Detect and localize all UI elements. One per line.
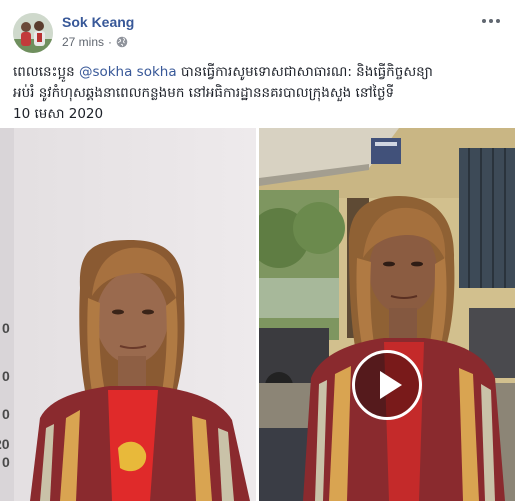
more-options-icon[interactable] (481, 13, 501, 29)
right-video[interactable] (259, 128, 515, 501)
left-photo[interactable]: 0 0 0 20 0 (0, 128, 256, 501)
scale-mark: 0 (2, 368, 10, 384)
scale-mark: 20 (0, 436, 10, 452)
post-timestamp[interactable]: 27 mins (62, 35, 104, 49)
post-meta: 27 mins · (62, 35, 128, 49)
post-media: 0 0 0 20 0 (0, 128, 515, 501)
caption-line-2: អប់រំ នូវកំហុសឆ្គងនាពេលកន្លងមក នៅអធិការដ… (13, 85, 395, 101)
author-name[interactable]: Sok Keang (62, 14, 134, 30)
video-play-button[interactable] (352, 350, 422, 420)
post-caption: ពេលនេះប្អូន @sokha sokha បានធ្វើការសូមទោ… (13, 62, 503, 125)
scale-mark: 0 (2, 320, 10, 336)
play-icon (380, 371, 402, 399)
post-header: Sok Keang 27 mins · (0, 0, 515, 62)
caption-line-3: 10 មេសា 2020 (13, 106, 104, 122)
facebook-post: Sok Keang 27 mins · ពេលនេះប្អូន @sokha s… (0, 0, 515, 501)
caption-text: ពេលនេះប្អូន (13, 64, 79, 80)
height-scale-labels: 0 0 0 20 0 (0, 128, 14, 501)
meta-separator: · (108, 35, 113, 49)
globe-icon[interactable] (116, 36, 128, 48)
avatar-image (13, 13, 53, 53)
scale-mark: 0 (2, 406, 10, 422)
caption-line-1: ពេលនេះប្អូន @sokha sokha បានធ្វើការសូមទោ… (13, 62, 503, 83)
user-mention-link[interactable]: @sokha sokha (79, 64, 177, 80)
author-avatar[interactable] (13, 13, 53, 53)
caption-text: បានធ្វើការសូមទោសជាសាធារណ: និងធ្វើកិច្ចសន… (176, 64, 433, 80)
scale-mark: 0 (2, 454, 10, 470)
